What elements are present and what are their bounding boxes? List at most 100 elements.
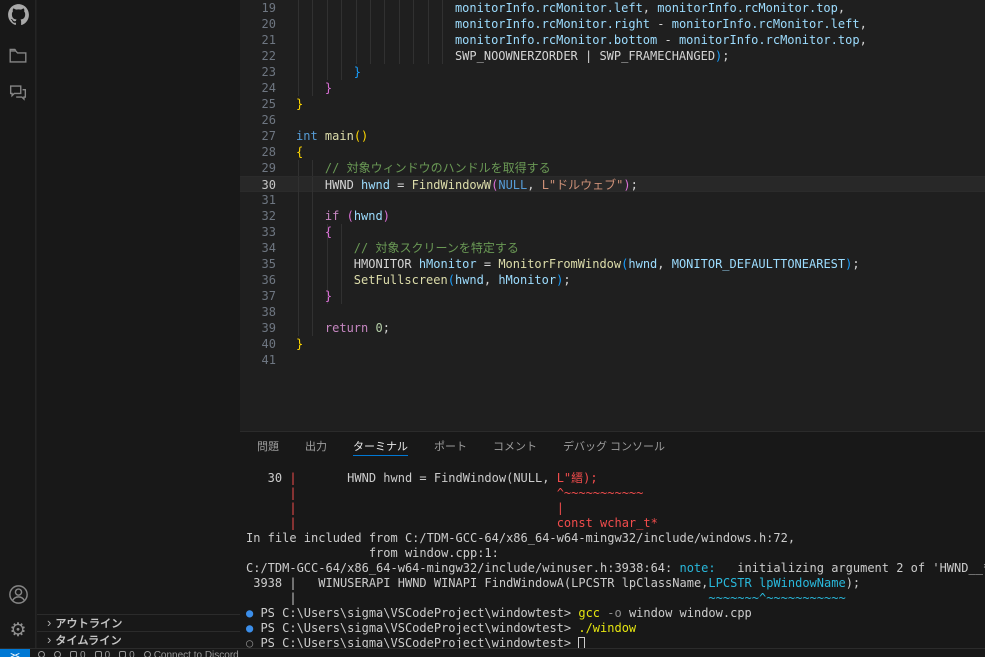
chevron-right-icon: › — [47, 614, 52, 630]
code-text: // 対象ウィンドウのハンドルを取得する — [324, 161, 551, 175]
line-number: 20 — [261, 17, 276, 31]
status-item-bell[interactable]: 0 — [119, 651, 135, 657]
sidebar: › アウトライン › タイムライン — [37, 0, 240, 648]
line-number: 22 — [261, 49, 276, 63]
line-number: 23 — [261, 65, 276, 79]
bottom-panel: 問題 出力 ターミナル ポート コメント デバッグ コンソール 30 | HWND hwn… — [240, 431, 985, 648]
panel-tab-ターミナル[interactable]: ターミナル — [353, 432, 408, 459]
code-line[interactable]: 35 HMONITOR hMonitor = MonitorFromWindow… — [240, 256, 985, 272]
status-item-person-icon[interactable] — [54, 651, 61, 657]
code-line[interactable]: 25} — [240, 96, 985, 112]
panel-tab-デバッグ コンソール[interactable]: デバッグ コンソール — [563, 432, 665, 459]
megaphone-icon — [38, 651, 45, 657]
terminal-line: | ~~~~~~~^~~~~~~~~~~~ — [289, 591, 846, 605]
code-line[interactable]: 39 return 0; — [240, 320, 985, 336]
terminal-line: In file included from C:/TDM-GCC-64/x86_… — [246, 531, 796, 545]
code-line[interactable]: 22 SWP_NOOWNERZORDER | SWP_FRAMECHANGED)… — [240, 48, 985, 64]
line-number: 25 — [261, 97, 276, 111]
code-text: SetFullscreen(hwnd, hMonitor); — [353, 273, 571, 287]
code-line[interactable]: 28 { — [240, 144, 985, 160]
code-text: { — [324, 225, 333, 239]
status-item-globe-icon[interactable]: Connect to Discord — [143, 650, 239, 657]
status-item-label: 0 — [129, 650, 135, 657]
terminal-line: ● PS C:\Users\sigma\VSCodeProject\window… — [246, 621, 637, 635]
code-line[interactable]: 20 monitorInfo.rcMonitor.right - monitor… — [240, 16, 985, 32]
folder-icon[interactable] — [0, 38, 36, 74]
line-number: 32 — [261, 209, 276, 223]
indent-guide — [341, 288, 343, 304]
terminal-line: C:/TDM-GCC-64/x86_64-w64-mingw32/include… — [246, 561, 985, 575]
status-item-warnings[interactable]: 0 — [94, 650, 111, 657]
code-text: SWP_NOOWNERZORDER | SWP_FRAMECHANGED); — [454, 49, 730, 63]
code-line[interactable]: 21 monitorInfo.rcMonitor.bottom - monito… — [240, 32, 985, 48]
status-item-label: 0 — [104, 650, 111, 657]
code-line[interactable]: 38 — [240, 304, 985, 320]
sidebar-section-label: タイムライン — [55, 635, 122, 647]
vscode-window: ⚙ › アウトライン › タイムライン 19 monitorInfo.rcMonito… — [0, 0, 985, 657]
code-line[interactable]: 34 // 対象スクリーンを特定する — [240, 240, 985, 256]
terminal-line: | | — [289, 501, 564, 515]
globe-icon — [143, 651, 151, 657]
indent-guide — [298, 192, 299, 208]
code-editor[interactable]: 19 monitorInfo.rcMonitor.left, monitorIn… — [240, 0, 985, 431]
code-text: if (hwnd) — [324, 209, 390, 223]
code-line[interactable]: 23 } — [240, 64, 985, 80]
terminal[interactable]: 30 | HWND hwnd = FindWindow(NULL, L"縉); … — [246, 471, 985, 648]
sidebar-section-タイムライン[interactable]: › タイムライン — [37, 631, 240, 648]
comments-icon[interactable] — [0, 74, 36, 110]
panel-tab-問題[interactable]: 問題 — [257, 432, 279, 459]
line-number: 28 — [261, 145, 276, 159]
terminal-line: | const wchar_t* — [289, 516, 658, 530]
code-text: // 対象スクリーンを特定する — [353, 241, 519, 255]
indent-guide — [298, 304, 299, 320]
code-line[interactable]: 24 } — [240, 80, 985, 96]
code-line[interactable]: 37 } — [240, 288, 985, 304]
code-text: monitorInfo.rcMonitor.bottom - monitorIn… — [454, 33, 867, 47]
code-text: int main() — [296, 129, 369, 143]
line-number: 29 — [261, 161, 276, 175]
code-text: HWND hwnd = FindWindowW(NULL, L"ドルウェブ"); — [324, 178, 638, 192]
code-line[interactable]: 36 SetFullscreen(hwnd, hMonitor); — [240, 272, 985, 288]
chevron-right-icon: › — [47, 631, 52, 647]
code-text: monitorInfo.rcMonitor.left, monitorInfo.… — [454, 1, 846, 15]
status-item-errors[interactable]: 0 — [70, 651, 86, 657]
line-number: 37 — [261, 289, 276, 303]
line-number: 41 — [261, 353, 276, 367]
code-line[interactable]: 27 int main() — [240, 128, 985, 144]
account-icon[interactable] — [0, 576, 36, 612]
indent-guide — [312, 304, 314, 320]
line-number: 27 — [261, 129, 276, 143]
code-lines: 19 monitorInfo.rcMonitor.left, monitorIn… — [240, 0, 985, 368]
panel-tab-コメント[interactable]: コメント — [493, 432, 537, 459]
github-icon[interactable] — [0, 0, 36, 32]
terminal-line: 30 | HWND hwnd = FindWindow(NULL, L"縉); — [246, 471, 598, 485]
code-line[interactable]: 33 { — [240, 224, 985, 240]
line-number: 31 — [261, 193, 276, 207]
line-number: 35 — [261, 257, 276, 271]
sidebar-section-アウトライン[interactable]: › アウトライン — [37, 614, 240, 631]
status-items: 0 0 0 Connect to Discord — [38, 649, 239, 657]
code-line[interactable]: 31 — [240, 192, 985, 208]
code-line[interactable]: 26 — [240, 112, 985, 128]
panel-tab-出力[interactable]: 出力 — [305, 432, 327, 459]
status-bar: >< 0 0 0 Connect to Discord — [0, 648, 985, 657]
code-line[interactable]: 41 — [240, 352, 985, 368]
sidebar-section-label: アウトライン — [55, 618, 123, 630]
panel-tab-ポート[interactable]: ポート — [434, 432, 467, 459]
code-text: return 0; — [324, 321, 390, 335]
code-text: } — [324, 289, 333, 303]
code-line[interactable]: 30 HWND hwnd = FindWindowW(NULL, L"ドルウェブ… — [240, 176, 985, 193]
code-line[interactable]: 32 if (hwnd) — [240, 208, 985, 224]
status-item-megaphone-icon[interactable] — [38, 651, 45, 657]
status-item-label: Connect to Discord — [153, 650, 239, 657]
code-line[interactable]: 19 monitorInfo.rcMonitor.left, monitorIn… — [240, 0, 985, 16]
terminal-cursor — [578, 637, 586, 648]
line-number: 26 — [261, 113, 276, 127]
indent-guide — [341, 224, 343, 240]
code-line[interactable]: 29 // 対象ウィンドウのハンドルを取得する — [240, 160, 985, 176]
bell — [119, 651, 127, 657]
code-line[interactable]: 40} — [240, 336, 985, 352]
remote-indicator[interactable]: >< — [0, 649, 30, 657]
settings-gear-icon[interactable]: ⚙ — [0, 612, 36, 648]
code-text: } — [324, 81, 333, 95]
